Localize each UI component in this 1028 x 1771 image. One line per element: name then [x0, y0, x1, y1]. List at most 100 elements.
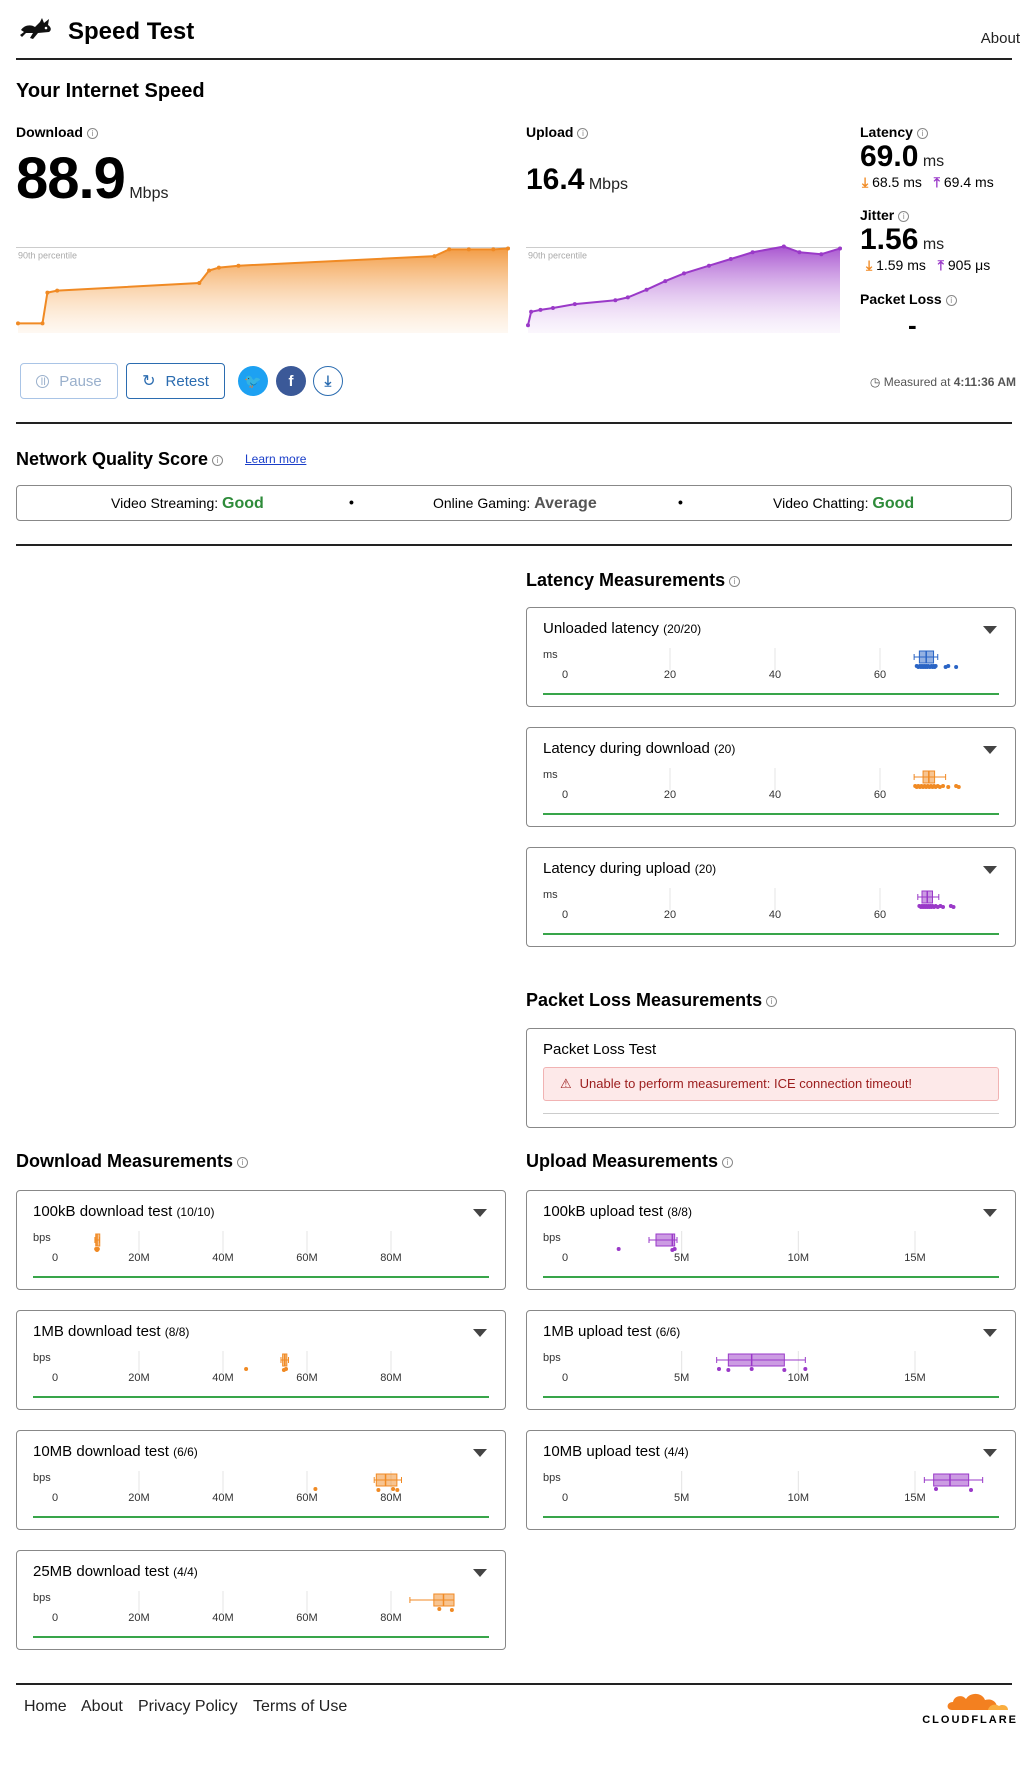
chevron-down-icon[interactable] — [983, 1329, 997, 1337]
sample-point — [954, 665, 959, 669]
packet-loss-card: Packet Loss Test ⚠ Unable to perform meas… — [526, 1028, 1016, 1128]
unit-label: ms — [543, 889, 558, 901]
data-point — [491, 247, 496, 252]
tick-label: 20 — [664, 789, 676, 801]
facebook-share-icon[interactable]: f — [276, 366, 306, 396]
info-icon: i — [898, 210, 910, 222]
tick-label: 60 — [874, 909, 886, 921]
unit-label: ms — [543, 649, 558, 661]
box-plot: bps0 20M 40M 60M 80M — [33, 1471, 402, 1504]
chevron-down-icon[interactable] — [983, 1449, 997, 1457]
pause-button[interactable]: ॥ Pause — [20, 363, 118, 399]
footer-terms-link[interactable]: Terms of Use — [253, 1698, 347, 1716]
unit-label: ms — [543, 769, 558, 781]
sample-point — [244, 1367, 249, 1371]
measurement-card[interactable]: Latency during download (20) ms 0 20 40 60 — [526, 727, 1016, 827]
sample-point — [449, 1608, 454, 1612]
measurement-card[interactable]: 100kB upload test (8/8) bps 0 5M 10M 15M — [526, 1190, 1016, 1290]
data-point — [40, 321, 45, 326]
tick-label: 0 — [52, 1612, 58, 1624]
cloud-icon — [947, 1693, 1008, 1710]
download-results-icon[interactable]: ⤓ — [313, 366, 343, 396]
data-point — [207, 268, 212, 273]
measurement-card[interactable]: 10MB upload test (4/4) bps 0 5M 10M 15M — [526, 1430, 1016, 1530]
tick-label: 10M — [788, 1252, 809, 1264]
tick-label: 40M — [212, 1372, 233, 1384]
card-title: 100kB download test (10/10) — [33, 1203, 215, 1220]
chevron-down-icon[interactable] — [983, 626, 997, 634]
footer-home-link[interactable]: Home — [24, 1698, 67, 1716]
tick-label: 20M — [128, 1252, 149, 1264]
measurement-card[interactable]: 10MB download test (6/6) bps 0 20M 40M 60M 80M — [16, 1430, 506, 1530]
measurement-card[interactable]: 1MB download test (8/8) bps 0 20M 40M 60M 80M — [16, 1310, 506, 1410]
tick-label: 40 — [769, 669, 781, 681]
sample-point — [749, 1367, 754, 1371]
box — [375, 1473, 398, 1487]
tick-label: 20M — [128, 1612, 149, 1624]
section-divider — [16, 422, 1012, 424]
data-point — [728, 257, 733, 261]
box-plot: ms 0 20 40 60 — [543, 648, 959, 681]
chevron-down-icon[interactable] — [473, 1449, 487, 1457]
data-point — [506, 246, 510, 251]
sample-point — [956, 785, 961, 789]
learn-more-link[interactable]: Learn more — [245, 452, 306, 466]
chevron-down-icon[interactable] — [983, 1209, 997, 1217]
chevron-down-icon[interactable] — [473, 1329, 487, 1337]
sample-point — [391, 1487, 396, 1491]
card-title: Unloaded latency (20/20) — [543, 620, 702, 637]
tick-label: 15M — [904, 1252, 925, 1264]
tick-label: 0 — [562, 909, 568, 921]
header-divider — [16, 58, 1012, 60]
data-point — [682, 271, 686, 276]
baseline — [543, 933, 999, 935]
twitter-share-icon[interactable]: 🐦 — [238, 366, 268, 396]
chevron-down-icon[interactable] — [983, 746, 997, 754]
measurement-card[interactable]: 25MB download test (4/4) bps 0 20M 40M 60M 80M — [16, 1550, 506, 1650]
tick-label: 60 — [874, 789, 886, 801]
download-measurements-heading: Download Measurements i — [16, 1151, 249, 1172]
tick-label: 0 — [562, 669, 568, 681]
upload-value: 16.4 Mbps — [526, 163, 628, 196]
data-point — [432, 254, 437, 259]
tick-label: 40M — [212, 1252, 233, 1264]
chevron-down-icon[interactable] — [473, 1209, 487, 1217]
footer-divider — [16, 1683, 1012, 1685]
quality-item-chatting: Video Chatting: Good — [773, 495, 915, 512]
sample-point — [941, 784, 945, 788]
tick-label: 40M — [212, 1492, 233, 1504]
refresh-icon: ↻ — [142, 373, 156, 390]
quality-item-gaming: Online Gaming: Average — [433, 495, 597, 512]
measurement-card[interactable]: Unloaded latency (20/20) ms 0 20 40 60 — [526, 607, 1016, 707]
chevron-down-icon[interactable] — [473, 1569, 487, 1577]
packet-loss-value: - — [908, 310, 917, 340]
baseline — [33, 1516, 489, 1518]
retest-button[interactable]: ↻ Retest — [126, 363, 225, 399]
chevron-down-icon[interactable] — [983, 866, 997, 874]
baseline — [543, 813, 999, 815]
sample-point — [941, 905, 945, 909]
footer-privacy-link[interactable]: Privacy Policy — [138, 1698, 238, 1716]
info-icon: i — [237, 1156, 249, 1168]
measurement-card[interactable]: 100kB download test (10/10) bps 0 20M 40M 60M… — [16, 1190, 506, 1290]
sample-point — [95, 1247, 100, 1251]
measurement-card[interactable]: 1MB upload test (6/6) bps 0 5M 10M 15M — [526, 1310, 1016, 1410]
measurement-card[interactable]: Latency during upload (20) ms 0 20 40 60 — [526, 847, 1016, 947]
footer-about-link[interactable]: About — [81, 1698, 123, 1716]
about-link[interactable]: About — [981, 30, 1020, 47]
unit-label: bps — [543, 1472, 561, 1484]
quality-score-bar: Video Streaming: Good • Online Gaming: A… — [16, 485, 1012, 521]
tick-label: 15M — [904, 1372, 925, 1384]
data-point — [644, 287, 649, 292]
download-label: Download i — [16, 124, 98, 140]
tick-label: 60M — [296, 1252, 317, 1264]
baseline — [543, 1276, 999, 1278]
tick-label: 80M — [380, 1612, 401, 1624]
latency-label: Latency i — [860, 124, 928, 140]
packet-loss-heading: Packet Loss Measurements i — [526, 990, 778, 1011]
data-point — [447, 247, 452, 252]
sample-point — [376, 1488, 381, 1492]
info-icon: i — [766, 995, 778, 1007]
card-title: Latency during upload (20) — [543, 860, 717, 877]
download-arrow-icon: ⤓ — [866, 257, 873, 273]
